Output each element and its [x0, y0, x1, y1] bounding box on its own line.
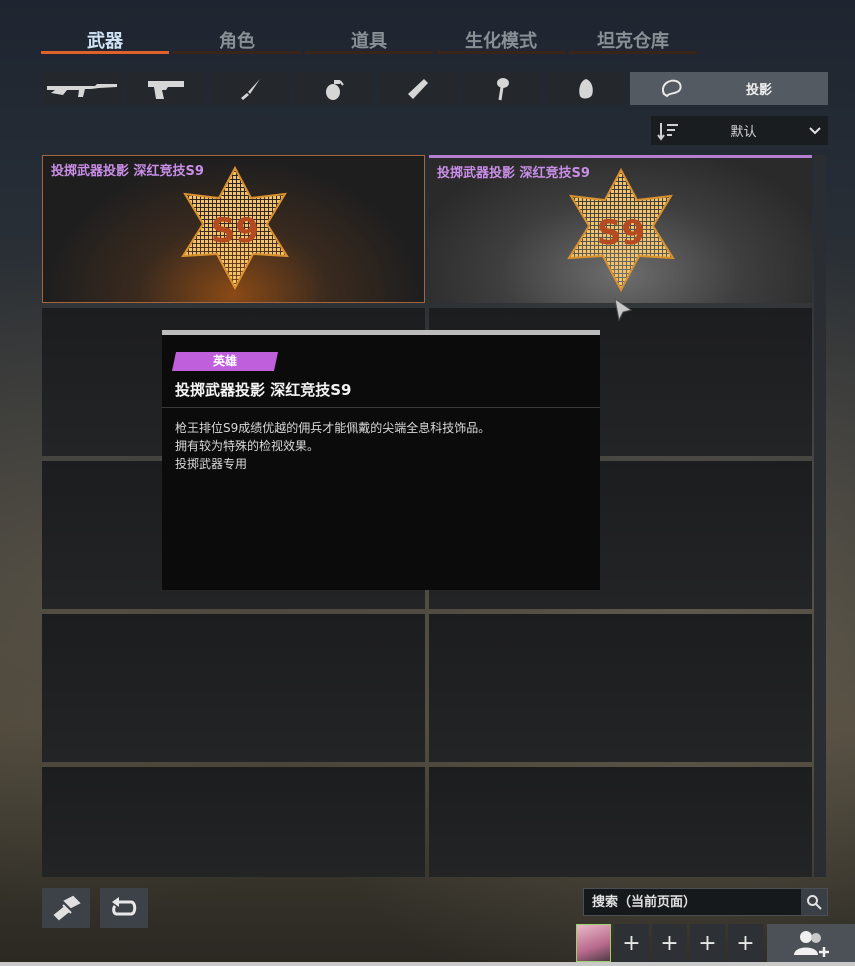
- party-bar: + + + +: [576, 924, 763, 962]
- category-projection[interactable]: 投影: [630, 72, 828, 105]
- search-input[interactable]: [584, 889, 801, 915]
- search-box: [583, 888, 828, 916]
- item-tooltip: 英雄 投掷武器投影 深红竞技S9 枪王排位S9成绩优越的佣兵才能佩戴的尖端全息科…: [162, 330, 600, 590]
- knife-icon: [241, 78, 260, 100]
- inventory-slot-8[interactable]: [429, 614, 812, 762]
- grenade-icon: [326, 79, 344, 100]
- category-pistol[interactable]: [126, 72, 206, 105]
- star-emblem-icon: S9: [181, 165, 289, 291]
- inventory-slot-2[interactable]: 投掷武器投影 深红竞技S9 S9: [429, 155, 812, 303]
- invite-friends-button[interactable]: [767, 924, 855, 962]
- inventory-slot-9[interactable]: [42, 767, 425, 877]
- add-user-icon: [794, 931, 829, 957]
- tube-icon: [408, 78, 428, 99]
- category-projection-label: 投影: [745, 83, 772, 98]
- rarity-badge: 英雄: [171, 352, 279, 371]
- egg-icon: [579, 78, 593, 99]
- refresh-icon: [112, 897, 137, 916]
- projection-icon: [662, 79, 682, 97]
- tab-zombie-mode[interactable]: 生化模式: [437, 22, 565, 54]
- refresh-button[interactable]: [100, 888, 148, 928]
- tooltip-item-name: 投掷武器投影 深红竞技S9: [175, 381, 352, 399]
- inventory-slot-7[interactable]: [42, 614, 425, 762]
- tab-characters[interactable]: 角色: [173, 22, 301, 54]
- star-emblem-icon: S9: [567, 167, 675, 293]
- party-slot-empty[interactable]: +: [690, 924, 725, 962]
- pendant-icon: [497, 77, 509, 100]
- tab-tank-warehouse[interactable]: 坦克仓库: [569, 22, 697, 54]
- sort-label: 默认: [730, 125, 757, 140]
- description-line: 拥有较为特殊的检视效果。: [175, 439, 320, 453]
- party-slot-empty[interactable]: +: [728, 924, 763, 962]
- chevron-down-icon: [809, 126, 821, 134]
- category-grenade[interactable]: [294, 72, 374, 105]
- tooltip-description: 枪王排位S9成绩优越的佣兵才能佩戴的尖端全息科技饰品。 拥有较为特殊的检视效果。…: [175, 419, 490, 473]
- emblem-text: S9: [597, 213, 645, 253]
- description-line: 枪王排位S9成绩优越的佣兵才能佩戴的尖端全息科技饰品。: [175, 421, 491, 435]
- grid-scrollbar[interactable]: [814, 155, 826, 877]
- inventory-slot-10[interactable]: [429, 767, 812, 877]
- mouse-cursor-icon: [614, 298, 633, 322]
- tab-weapons[interactable]: 武器: [41, 22, 169, 54]
- emblem-text: S9: [211, 211, 259, 251]
- tooltip-divider: [162, 407, 600, 408]
- party-slot-empty[interactable]: +: [652, 924, 687, 962]
- category-knife[interactable]: [210, 72, 290, 105]
- description-line: 投掷武器专用: [175, 457, 248, 471]
- bottom-edge: [0, 962, 855, 966]
- hammer-icon: [53, 895, 81, 921]
- inventory-slot-1[interactable]: 投掷武器投影 深红竞技S9 S9: [42, 155, 425, 303]
- sort-dropdown[interactable]: 默认: [651, 116, 828, 145]
- category-egg[interactable]: [546, 72, 626, 105]
- pistol-icon: [148, 80, 184, 99]
- category-rifle[interactable]: [42, 72, 122, 105]
- search-icon: [807, 895, 822, 910]
- category-tube[interactable]: [378, 72, 458, 105]
- rifle-icon: [47, 83, 117, 97]
- weapon-category-bar: 投影: [42, 72, 828, 105]
- sort-icon: [657, 122, 678, 141]
- rarity-label: 英雄: [212, 354, 237, 368]
- category-pendant[interactable]: [462, 72, 542, 105]
- avatar[interactable]: [576, 924, 611, 962]
- craft-button[interactable]: [42, 888, 90, 928]
- tab-items[interactable]: 道具: [305, 22, 433, 54]
- party-slot-empty[interactable]: +: [614, 924, 649, 962]
- main-tabs: 武器 角色 道具 生化模式 坦克仓库: [41, 22, 701, 54]
- search-button[interactable]: [801, 889, 827, 915]
